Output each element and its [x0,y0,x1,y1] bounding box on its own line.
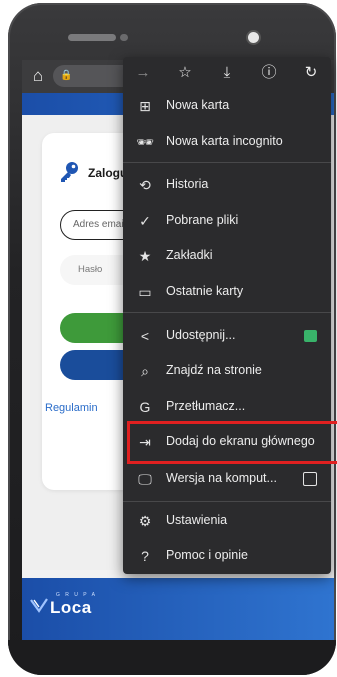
menu-item-help[interactable]: ? Pomoc i opinie [123,542,331,570]
share-icon: < [140,328,150,344]
menu-item-label: Przetłumacz... [166,399,246,413]
menu-item-downloads[interactable]: ✓ Pobrane pliki [123,207,331,235]
menu-item-translate[interactable]: G Przetłumacz... [123,393,331,421]
phone-bottom-bezel [8,640,336,675]
plus-box-icon: ⊞ [139,98,151,114]
menu-item-label: Ustawienia [166,513,228,527]
recent-tabs-icon: ▭ [138,284,152,300]
find-in-page-icon: ⌕ [141,363,149,379]
menu-divider [123,162,331,163]
menu-item-label: Historia [166,177,209,191]
info-icon[interactable]: ⓘ [257,61,281,85]
menu-item-history[interactable]: ⟲ Historia [123,171,331,199]
menu-item-label: Ostatnie karty [166,284,244,298]
forward-icon[interactable]: → [131,61,155,85]
menu-toolbar: → ☆ ⤓ ⓘ ↻ [123,57,331,89]
menu-divider [123,312,331,313]
menu-item-label: Pobrane pliki [166,213,239,227]
phone-sensor [120,34,128,41]
front-camera [248,32,259,43]
password-label: Hasło [78,264,103,275]
menu-item-label: Pomoc i opinie [166,548,248,562]
browser-overflow-menu: → ☆ ⤓ ⓘ ↻ ⊞ Nowa karta 🕶 Nowa karta inco… [123,57,331,574]
bookmark-star-icon[interactable]: ☆ [173,61,197,85]
menu-item-label: Nowa karta incognito [166,134,283,148]
desktop-icon: 🖵 [138,471,152,487]
menu-item-share[interactable]: < Udostępnij... [123,322,331,350]
menu-item-label: Udostępnij... [166,328,236,342]
menu-item-recent-tabs[interactable]: ▭ Ostatnie karty [123,278,331,306]
menu-item-label: Znajdź na stronie [166,363,262,377]
menu-item-incognito[interactable]: 🕶 Nowa karta incognito [123,128,331,156]
menu-item-new-tab[interactable]: ⊞ Nowa karta [123,92,331,120]
menu-item-bookmarks[interactable]: ★ Zakładki [123,242,331,270]
reload-icon[interactable]: ↻ [299,61,323,85]
desktop-site-checkbox[interactable] [303,472,317,486]
menu-item-desktop-site[interactable]: 🖵 Wersja na komput... [123,465,331,493]
login-title: Zalogu [88,166,128,180]
menu-item-label: Wersja na komput... [166,471,277,485]
menu-divider [123,501,331,502]
key-icon [61,162,78,182]
menu-item-label: Nowa karta [166,98,230,112]
download-icon[interactable]: ⤓ [215,61,239,85]
phone-speaker [68,34,116,41]
download-check-icon: ✓ [139,213,151,229]
help-icon: ? [141,548,149,564]
menu-item-label: Zakładki [166,248,213,262]
incognito-icon: 🕶 [136,134,154,150]
add-to-home-icon: ⇥ [139,434,151,450]
share-app-badge [304,330,317,342]
history-icon: ⟲ [139,177,151,193]
settings-gear-icon: ⚙ [138,513,152,529]
home-icon[interactable]: ⌂ [28,66,48,86]
menu-item-settings[interactable]: ⚙ Ustawienia [123,507,331,535]
menu-item-find-in-page[interactable]: ⌕ Znajdź na stronie [123,357,331,385]
footer-logo: G R U P A Loca [30,592,120,620]
menu-item-label: Dodaj do ekranu głównego [166,434,315,448]
menu-item-add-to-home[interactable]: ⇥ Dodaj do ekranu głównego [123,428,331,456]
terms-link[interactable]: Regulamin [45,402,98,414]
star-icon: ★ [138,248,152,264]
lock-icon: 🔒 [60,70,73,81]
logo-mark-icon [30,598,48,613]
logo-text: Loca [50,598,92,617]
translate-icon: G [139,399,151,415]
